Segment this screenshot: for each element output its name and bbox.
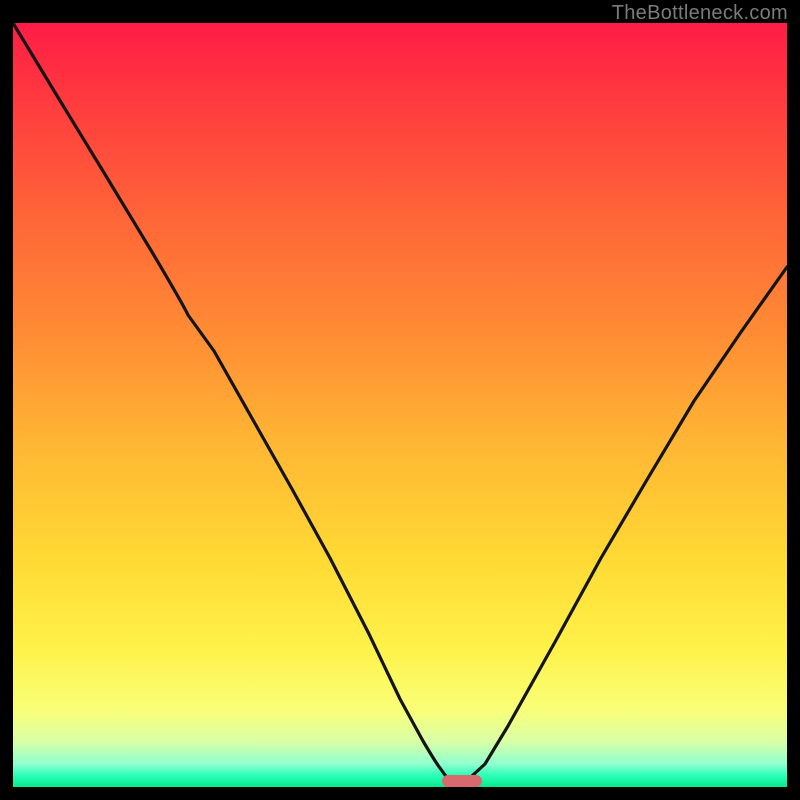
watermark-text: TheBottleneck.com	[612, 2, 788, 25]
chart-plot-area	[13, 23, 787, 787]
bottleneck-curve	[13, 23, 787, 787]
chart-frame: TheBottleneck.com	[0, 0, 800, 800]
bottleneck-marker	[442, 775, 482, 787]
